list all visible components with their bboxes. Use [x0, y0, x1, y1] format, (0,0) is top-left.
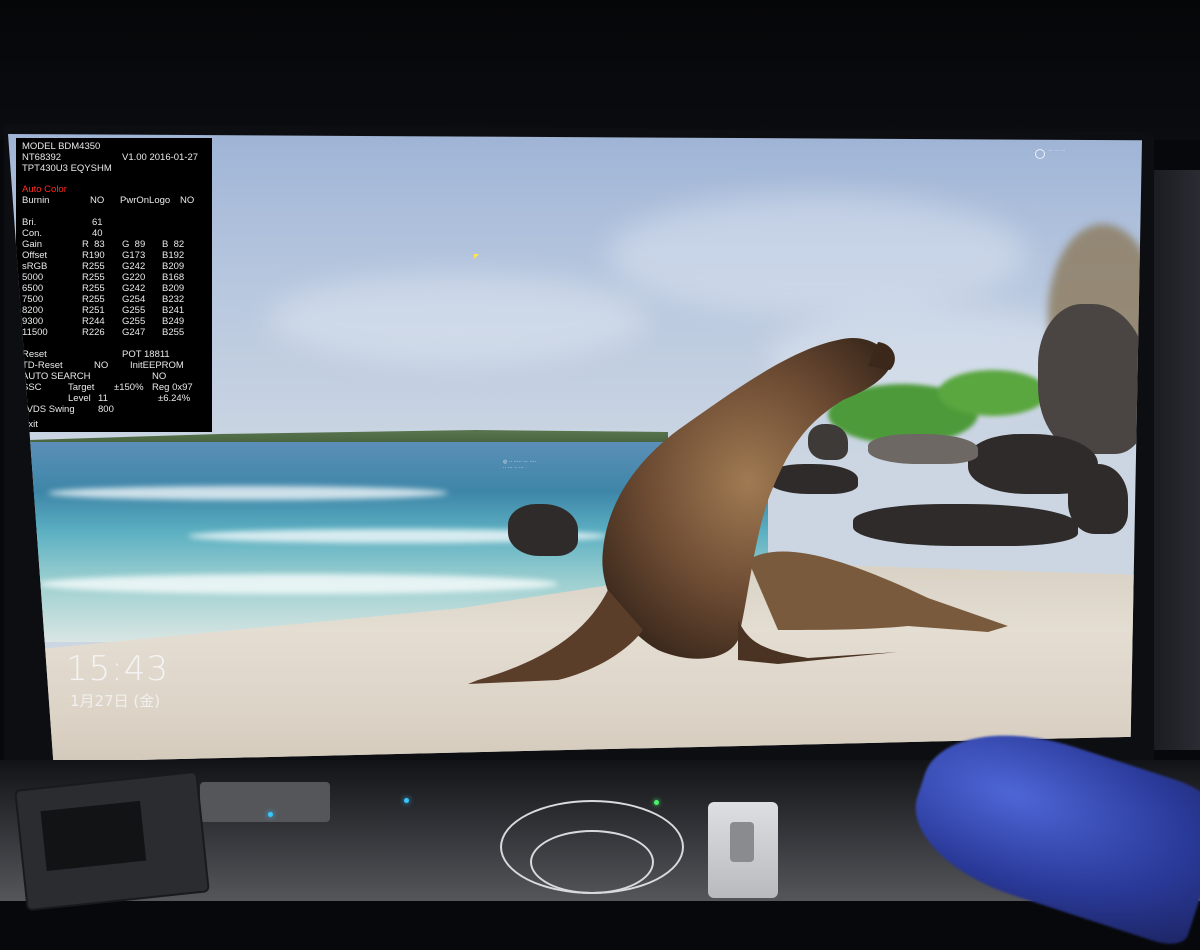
- monitor-ports: [200, 782, 330, 822]
- osd-ssc-target-value: ±150%: [114, 382, 144, 393]
- osd-burnin-value: NO: [90, 195, 105, 206]
- osd-table-value: B255: [162, 327, 185, 338]
- cloud: [608, 194, 1028, 314]
- monitor-led: [404, 798, 409, 803]
- osd-tdreset-value: NO: [94, 360, 109, 371]
- osd-panel: TPT430U3 EQYSHM: [22, 163, 112, 174]
- corner-label: ··· ··· ···: [1048, 148, 1066, 154]
- power-led: [268, 812, 273, 817]
- status-led: [654, 800, 659, 805]
- wallpaper-info[interactable]: ◎ ·· ····· ··· ···· ·· ··· ·· ···: [503, 459, 536, 471]
- osd-pwr-value: NO: [180, 195, 195, 206]
- cliff-rock: [1038, 304, 1142, 454]
- osd-exit-bar: Exit: [16, 419, 212, 432]
- side-shelf: [1150, 170, 1200, 750]
- mouse-cursor-icon: [474, 254, 479, 259]
- osd-table-value: G247: [122, 327, 146, 338]
- rock: [1068, 464, 1128, 534]
- osd-burnin-label[interactable]: Burnin: [22, 195, 49, 207]
- osd-ssc-pct: ±6.24%: [158, 393, 191, 404]
- osd-pwr-label[interactable]: PwrOnLogo: [120, 195, 170, 207]
- device-left: [14, 770, 210, 912]
- cable: [530, 830, 654, 894]
- wave: [48, 486, 448, 500]
- lockscreen-date: 1月27日 (金): [70, 692, 161, 710]
- power-adapter: [708, 802, 778, 898]
- osd-version: V1.00 2016-01-27: [122, 152, 199, 163]
- adapter-socket: [730, 822, 754, 862]
- osd-lvds-label[interactable]: LVDS Swing: [22, 404, 75, 416]
- lockscreen-time: 15:43: [66, 649, 169, 689]
- osd-lvds-value: 800: [98, 404, 114, 415]
- dark-background: [0, 0, 1200, 140]
- monitor-screen: MODEL BDM4350 NT68392 V1.00 2016-01-27 T…: [8, 134, 1142, 762]
- sea-lion: [468, 338, 1008, 684]
- osd-table-value: R226: [82, 327, 105, 338]
- osd-factory-menu[interactable]: MODEL BDM4350 NT68392 V1.00 2016-01-27 T…: [16, 138, 212, 420]
- osd-table-label[interactable]: 11500: [22, 327, 48, 339]
- device-display: [40, 800, 147, 871]
- info-icon[interactable]: [1035, 149, 1045, 159]
